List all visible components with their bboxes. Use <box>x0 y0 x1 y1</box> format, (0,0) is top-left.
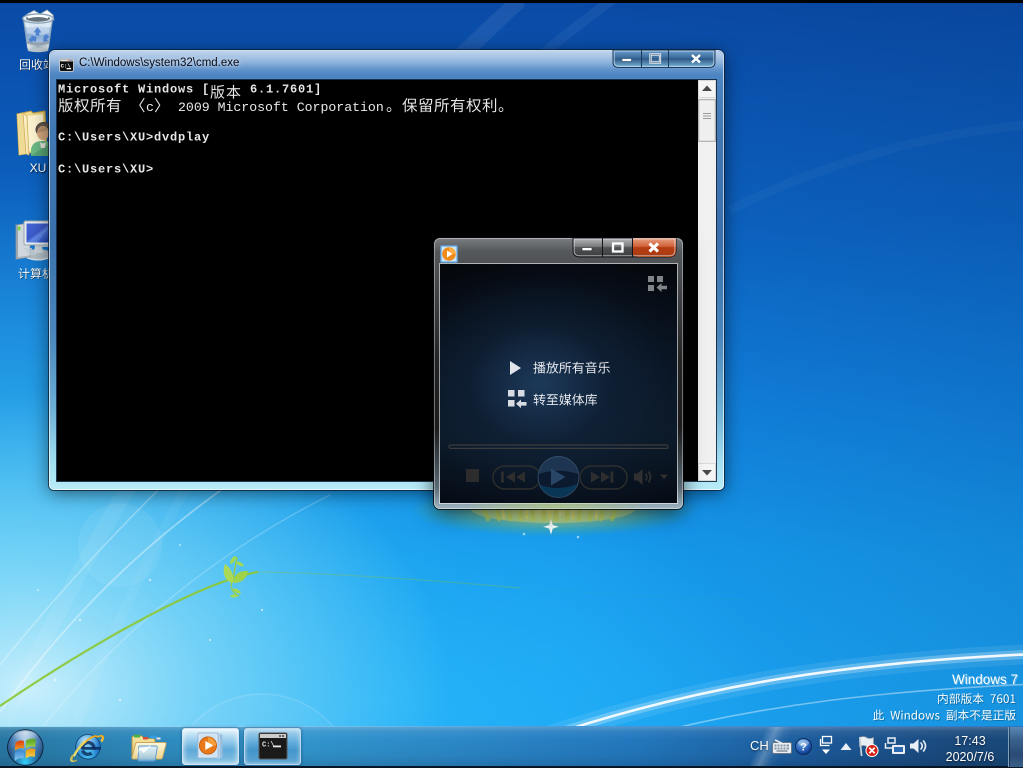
svg-text:C:\Users\XU>dvdplay: C:\Users\XU>dvdplay <box>58 131 210 145</box>
svg-text:Microsoft Windows [: Microsoft Windows [ <box>58 83 210 97</box>
svg-text:?: ? <box>800 742 807 754</box>
svg-text:Windows 7: Windows 7 <box>952 672 1018 687</box>
svg-text:6.1.7601]: 6.1.7601] <box>250 83 322 97</box>
svg-text:2009 Microsoft Corporation: 2009 Microsoft Corporation <box>178 100 384 115</box>
svg-text:c: c <box>146 100 154 115</box>
svg-text:C:\: C:\ <box>262 742 275 750</box>
svg-text:C:\Users\XU>: C:\Users\XU> <box>58 163 154 177</box>
